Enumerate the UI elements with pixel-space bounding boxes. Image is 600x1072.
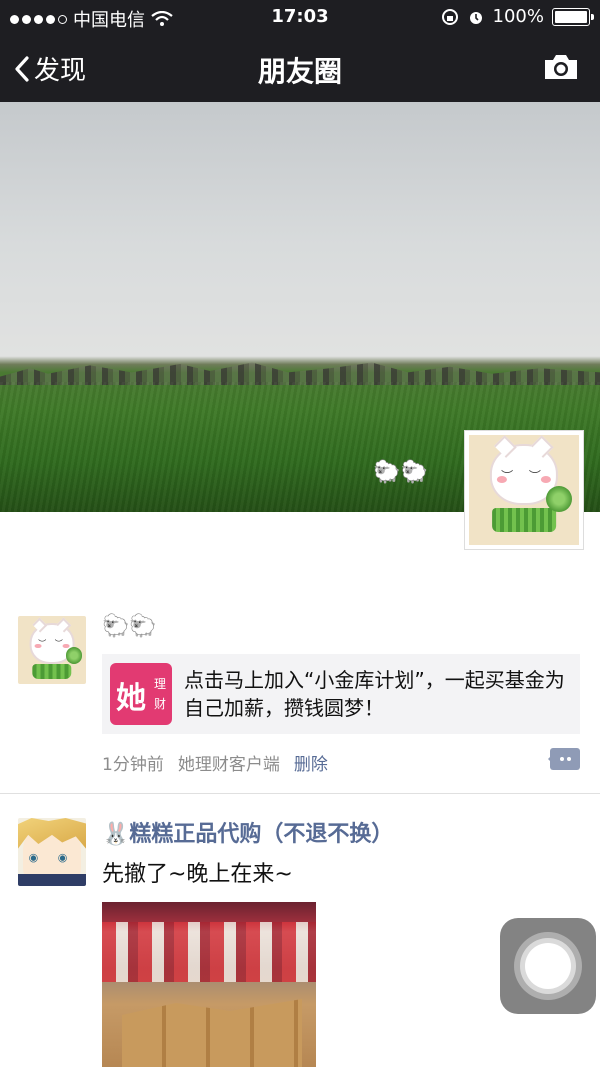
battery-level: [555, 10, 587, 23]
rotation-lock-icon: [441, 8, 458, 25]
battery-label: 100%: [492, 6, 544, 27]
shared-link-title: 点击马上加入“小金库计划”，一起买基金为自己加薪，攒钱圆梦！: [184, 668, 565, 720]
camera-icon: [545, 55, 577, 79]
post-avatar[interactable]: ︶ ︶: [18, 616, 86, 684]
app-logo-icon: 她 理 财: [110, 663, 172, 725]
post-author-name[interactable]: 🐑🐑: [102, 614, 157, 639]
post-avatar[interactable]: ◉ ◉: [18, 818, 86, 886]
comment-more-button[interactable]: [548, 748, 580, 770]
post-meta: 1分钟前 她理财客户端 删除: [102, 750, 328, 775]
logo-small-char-1: 理: [153, 677, 166, 691]
camera-button[interactable]: [542, 52, 580, 86]
post-time: 1分钟前: [102, 755, 164, 775]
moment-post: ︶ ︶ 🐑🐑 她 理 财 点击马上加入“小金库计划”，一起买基金为自己加薪，攒钱…: [0, 612, 600, 794]
post-author-name[interactable]: 🐰糕糕正品代购（不退不换）: [102, 816, 393, 848]
status-bar: 中国电信 17:03 100%: [0, 0, 600, 34]
logo-small-char-2: 财: [153, 697, 166, 711]
status-right: 100%: [441, 6, 594, 27]
post-source[interactable]: 她理财客户端: [178, 750, 280, 775]
logo-big-char: 她: [116, 681, 146, 716]
post-photo[interactable]: [102, 902, 316, 1067]
nav-bar: 发现 朋友圈: [0, 34, 600, 102]
battery-icon: [552, 7, 594, 26]
delete-button[interactable]: 删除: [294, 750, 328, 775]
photo-boxes: [122, 999, 302, 1067]
post-text: 先撤了~晚上在来~: [102, 862, 293, 887]
shared-link-card[interactable]: 她 理 财 点击马上加入“小金库计划”，一起买基金为自己加薪，攒钱圆梦！: [102, 654, 580, 734]
assistive-touch-button[interactable]: [500, 918, 596, 1014]
alarm-icon: [469, 11, 482, 24]
cover-treeline: [0, 362, 600, 385]
cover-nickname: 🐑🐑: [373, 460, 428, 485]
photo-shelves: [102, 922, 316, 982]
page-title: 朋友圈: [257, 55, 342, 88]
